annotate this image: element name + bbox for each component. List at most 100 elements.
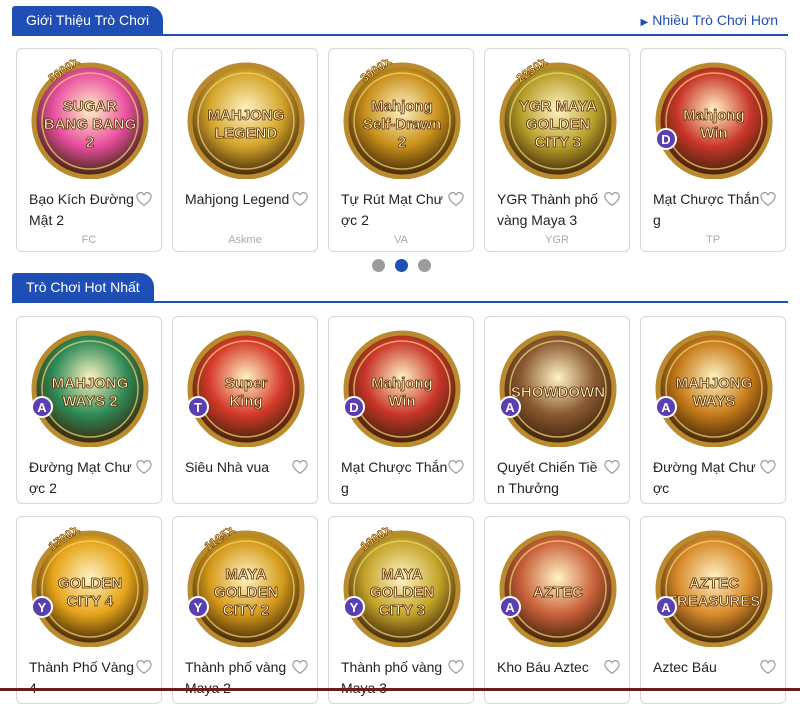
carousel-dot-3[interactable] xyxy=(418,259,431,272)
game-art-title: Self-Drawn xyxy=(363,116,441,133)
game-card[interactable]: MAHJONG WAYS 2 A Đường Mạt Chược 2 xyxy=(16,316,162,504)
more-games-link[interactable]: ▶ Nhiều Trò Chơi Hơn xyxy=(641,10,778,33)
game-thumbnail[interactable]: Mahjong Win D xyxy=(654,59,774,179)
heart-icon[interactable] xyxy=(135,658,153,676)
heart-icon[interactable] xyxy=(135,190,153,208)
game-card[interactable]: SHOWDOWN A Quyết Chiến Tiền Thưởng xyxy=(484,316,630,504)
game-thumbnail[interactable]: GOLDEN CITY 4 1700X Y xyxy=(30,527,150,647)
game-art-title: MAYA xyxy=(225,566,267,583)
carousel-dot-1[interactable] xyxy=(372,259,385,272)
heart-icon[interactable] xyxy=(291,458,309,476)
game-title: Mahjong Legend xyxy=(185,191,290,207)
game-thumbnail[interactable]: YGR MAYA GOLDEN CITY 3 2250X xyxy=(498,59,618,179)
provider-badge: A xyxy=(37,400,47,415)
game-title: Siêu Nhà vua xyxy=(185,459,270,475)
hot-section-header: Trò Chơi Hot Nhất xyxy=(12,273,788,303)
game-card[interactable]: MAYAGOLDENCITY 31000XY Thành phố vàng May… xyxy=(328,516,474,704)
heart-icon[interactable] xyxy=(447,458,465,476)
game-art-title: SHOWDOWN xyxy=(511,384,605,401)
heart-icon[interactable] xyxy=(603,190,621,208)
provider-badge: A xyxy=(661,400,671,415)
provider-badge: Y xyxy=(194,600,203,615)
game-card[interactable]: SUGAR BANG BANG 2 5000X Bạo Kích Đường Mật 2… xyxy=(16,48,162,252)
provider-badge: D xyxy=(661,132,670,147)
game-card[interactable]: Mahjong Self-Drawn 2 3000X Tự Rút Mạt Chược … xyxy=(328,48,474,252)
game-thumbnail[interactable]: MAHJONG WAYS A xyxy=(654,327,774,447)
game-card[interactable]: GOLDENCITY 41700XY Thành Phố Vàng 4 xyxy=(16,516,162,704)
game-art-title: 2 xyxy=(398,134,406,151)
heart-icon[interactable] xyxy=(135,458,153,476)
provider-badge: A xyxy=(505,400,515,415)
game-art-title: LEGEND xyxy=(215,125,278,142)
provider-badge: T xyxy=(194,400,202,415)
game-thumbnail[interactable]: SHOWDOWN A xyxy=(498,327,618,447)
game-card[interactable]: MAYAGOLDENCITY 21125XY Thành phố vàng May… xyxy=(172,516,318,704)
heart-icon[interactable] xyxy=(291,190,309,208)
game-art-title: CITY 3 xyxy=(535,134,581,151)
provider-badge: Y xyxy=(350,600,359,615)
game-art-title: AZTEC xyxy=(533,584,583,601)
game-card[interactable]: Mahjong Win D Mạt Chược Thắng TP xyxy=(640,48,786,252)
carousel-dot-2[interactable] xyxy=(395,259,408,272)
game-art-title: MAHJONG xyxy=(676,375,753,392)
game-title: Mạt Chược Thắng xyxy=(341,459,448,496)
heart-icon[interactable] xyxy=(603,658,621,676)
game-card[interactable]: AZTEC TREASURES A Aztec Báu xyxy=(640,516,786,704)
game-title: Bạo Kích Đường Mật 2 xyxy=(29,191,134,228)
vendor-label: FC xyxy=(81,234,97,246)
heart-icon[interactable] xyxy=(759,458,777,476)
game-title: Thành phố vàng Maya 2 xyxy=(185,659,287,696)
heart-icon[interactable] xyxy=(603,458,621,476)
game-thumbnail[interactable]: MAYA GOLDEN CITY 2 1125X Y xyxy=(186,527,306,647)
game-art-title: 2 xyxy=(86,134,94,151)
game-art-title: GOLDEN xyxy=(370,584,434,601)
game-art-title: WAYS xyxy=(693,393,736,410)
featured-section-title: Giới Thiệu Trò Chơi xyxy=(12,6,164,34)
game-art-title: GOLDEN xyxy=(526,116,590,133)
heart-icon[interactable] xyxy=(447,190,465,208)
game-art-title: BANG BANG xyxy=(44,116,137,133)
provider-badge: Y xyxy=(38,600,47,615)
game-thumbnail[interactable]: Mahjong Self-Drawn 2 3000X xyxy=(342,59,462,179)
provider-badge: A xyxy=(661,600,671,615)
game-card[interactable]: MAHJONG WAYS A Đường Mạt Chược xyxy=(640,316,786,504)
heart-icon[interactable] xyxy=(759,658,777,676)
heart-icon[interactable] xyxy=(759,190,777,208)
game-thumbnail[interactable]: Mahjong Win D xyxy=(342,327,462,447)
provider-badge: A xyxy=(505,600,515,615)
game-thumbnail[interactable]: MAYA GOLDEN CITY 3 1000X Y xyxy=(342,527,462,647)
game-art-title: YGR MAYA xyxy=(519,98,597,115)
heart-icon[interactable] xyxy=(447,658,465,676)
more-games-label: Nhiều Trò Chơi Hơn xyxy=(652,12,778,28)
game-card[interactable]: AZTEC A Kho Báu Aztec xyxy=(484,516,630,704)
provider-badge: D xyxy=(349,400,358,415)
game-art-title: CITY 4 xyxy=(67,593,114,610)
game-art-title: MAHJONG xyxy=(52,375,129,392)
game-art-title: Super xyxy=(225,375,268,392)
game-art-title: Mahjong xyxy=(683,107,745,124)
game-card[interactable]: Super King T Siêu Nhà vua xyxy=(172,316,318,504)
game-art-title: Mahjong xyxy=(371,375,433,392)
game-title: Quyết Chiến Tiền Thưởng xyxy=(497,459,598,496)
game-title: Aztec Báu xyxy=(653,659,717,675)
game-thumbnail[interactable]: MAHJONG LEGEND xyxy=(186,59,306,179)
game-art-title: MAHJONG xyxy=(208,107,285,124)
game-card[interactable]: Mahjong Win D Mạt Chược Thắng xyxy=(328,316,474,504)
game-title: Đường Mạt Chược xyxy=(653,459,756,496)
featured-section-header: Giới Thiệu Trò Chơi ▶ Nhiều Trò Chơi Hơn xyxy=(12,6,788,36)
game-card[interactable]: MAHJONG LEGEND Mahjong Legend Askme xyxy=(172,48,318,252)
game-thumbnail[interactable]: Super King T xyxy=(186,327,306,447)
game-card[interactable]: YGR MAYA GOLDEN CITY 3 2250X YGR Thành phố v… xyxy=(484,48,630,252)
game-thumbnail[interactable]: AZTEC TREASURES A xyxy=(654,527,774,647)
game-thumbnail[interactable]: MAHJONG WAYS 2 A xyxy=(30,327,150,447)
game-thumbnail[interactable]: AZTEC A xyxy=(498,527,618,647)
hot-section-title: Trò Chơi Hot Nhất xyxy=(12,273,154,301)
game-art-title: King xyxy=(229,393,262,410)
game-art-title: WAYS 2 xyxy=(62,393,117,410)
game-thumbnail[interactable]: SUGAR BANG BANG 2 5000X xyxy=(30,59,150,179)
game-title: Đường Mạt Chược 2 xyxy=(29,459,132,496)
game-art-title: Win xyxy=(700,125,727,142)
heart-icon[interactable] xyxy=(291,658,309,676)
game-art-title: GOLDEN xyxy=(214,584,278,601)
game-title: YGR Thành phố vàng Maya 3 xyxy=(497,191,598,228)
